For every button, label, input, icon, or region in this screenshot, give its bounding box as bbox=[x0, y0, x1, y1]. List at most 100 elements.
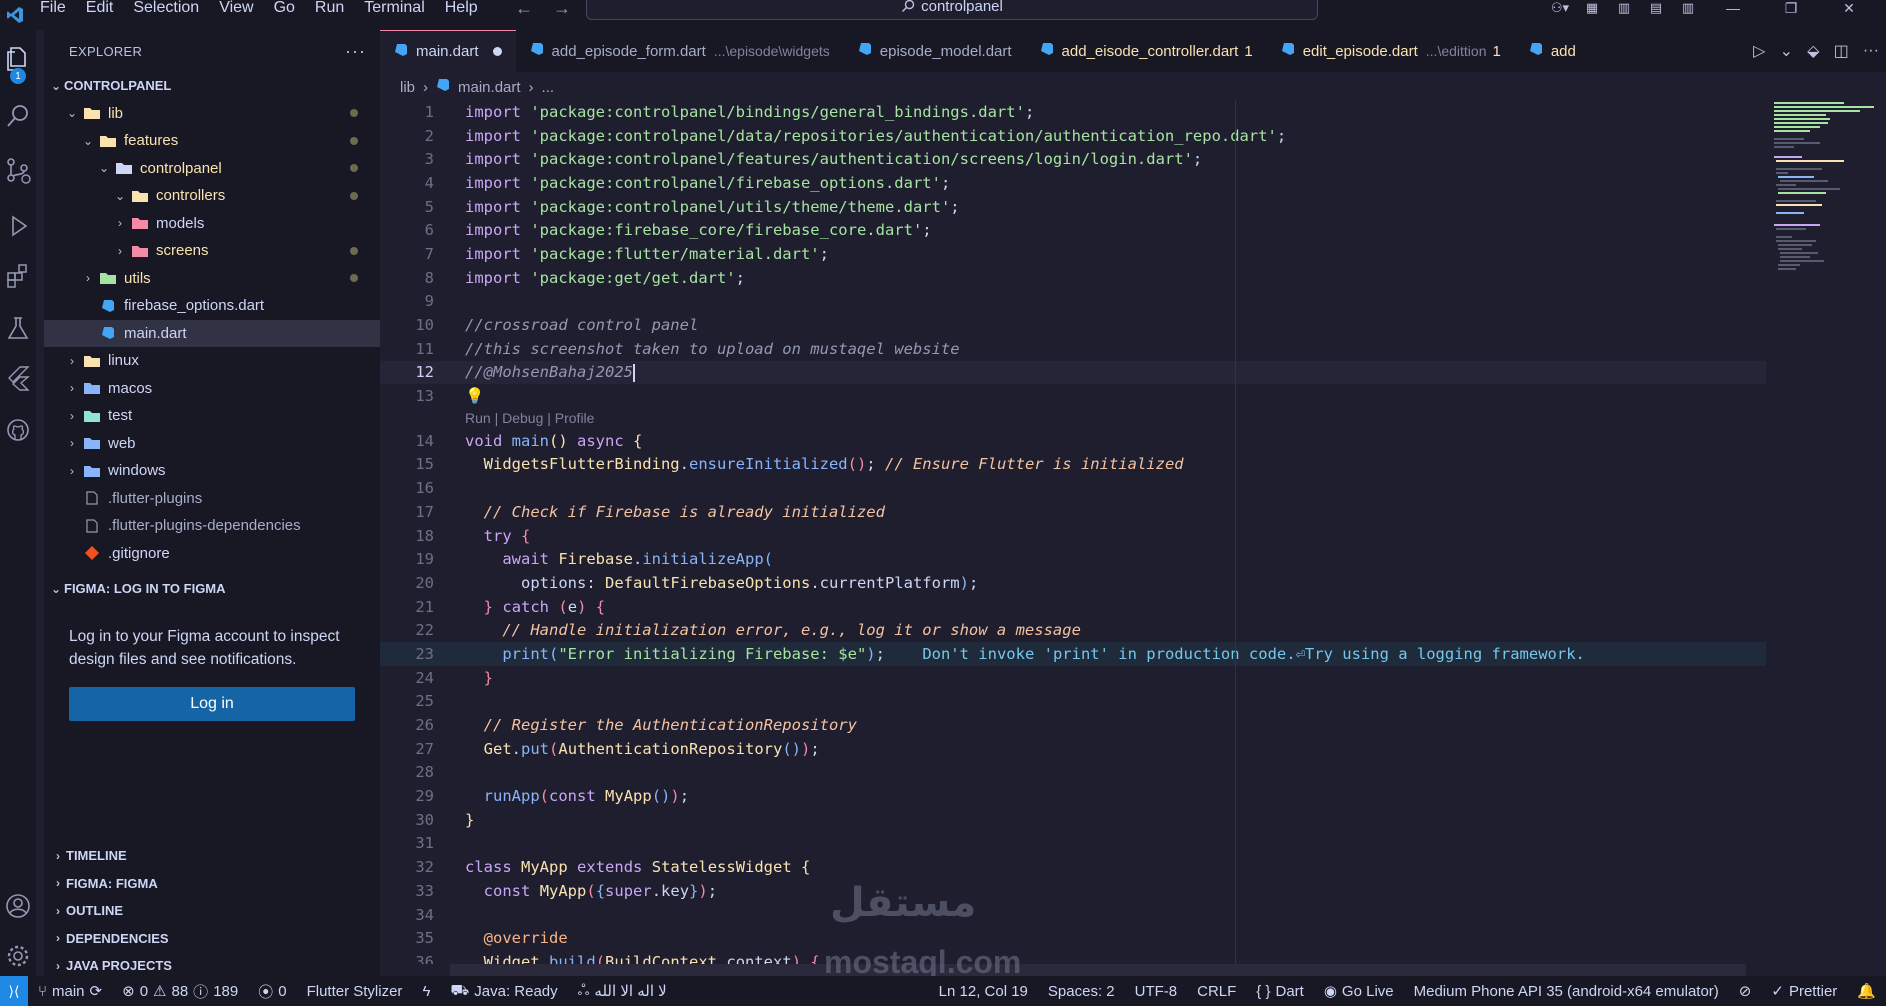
unsaved-dot-icon[interactable] bbox=[492, 47, 502, 56]
notifications-bell-icon[interactable]: 🔔 bbox=[1847, 982, 1886, 1000]
tab-add-partial[interactable]: add bbox=[1515, 30, 1590, 72]
code-line: import 'package:controlpanel/utils/theme… bbox=[465, 197, 960, 216]
java-status[interactable]: ⛟ Java: Ready bbox=[440, 982, 567, 1001]
section-timeline[interactable]: › TIMELINE bbox=[44, 842, 380, 870]
menu-terminal[interactable]: Terminal bbox=[354, 0, 434, 17]
copilot-icon[interactable]: ⚇▾ bbox=[1550, 0, 1570, 16]
breadcrumb-symbol[interactable]: ... bbox=[542, 79, 555, 96]
tab-add-eisode-controller[interactable]: add_eisode_controller.dart 1 bbox=[1026, 30, 1267, 72]
tree-item-test[interactable]: › test bbox=[44, 402, 380, 430]
encoding[interactable]: UTF-8 bbox=[1125, 983, 1188, 1000]
remote-icon[interactable]: ⟩⟨ bbox=[0, 976, 28, 1006]
breadcrumb-file[interactable]: main.dart bbox=[458, 79, 521, 96]
run-debug-icon[interactable] bbox=[0, 206, 36, 246]
testing-icon[interactable] bbox=[0, 308, 36, 348]
flutter-stylizer[interactable]: Flutter Stylizer bbox=[297, 983, 413, 1000]
close-icon[interactable]: ✕ bbox=[1826, 0, 1872, 16]
tree-item-screens[interactable]: › screens bbox=[44, 237, 380, 265]
menu-run[interactable]: Run bbox=[305, 0, 354, 17]
tree-item-web[interactable]: › web bbox=[44, 430, 380, 458]
language-label: Dart bbox=[1275, 982, 1304, 1000]
forward-arrow-icon[interactable]: → bbox=[553, 0, 571, 17]
settings-gear-icon[interactable] bbox=[0, 936, 36, 976]
tree-item-linux[interactable]: › linux bbox=[44, 347, 380, 375]
tree-item-models[interactable]: › models bbox=[44, 210, 380, 238]
customize-layout-icon[interactable]: ▦ bbox=[1582, 0, 1602, 16]
toggle-sidebar-icon[interactable]: ▥ bbox=[1614, 0, 1634, 16]
go-live-button[interactable]: ◉ Go Live bbox=[1314, 982, 1404, 1001]
minimize-icon[interactable]: — bbox=[1710, 0, 1756, 16]
branch-indicator[interactable]: ⑂ main ⟳ bbox=[28, 982, 112, 1001]
prettier-status[interactable]: ✓ Prettier bbox=[1761, 982, 1847, 1001]
code-editor[interactable]: 1 import 'package:controlpanel/bindings/g… bbox=[380, 100, 1766, 964]
inline-warning-message[interactable]: Don't invoke 'print' in production code.… bbox=[922, 645, 1585, 663]
menu-edit[interactable]: Edit bbox=[76, 0, 124, 17]
tree-item-flutter-plugins[interactable]: .flutter-plugins bbox=[44, 485, 380, 513]
command-center-search[interactable]: controlpanel bbox=[586, 0, 1318, 20]
debug-icon[interactable]: ⬙ bbox=[1807, 41, 1819, 61]
language-mode[interactable]: { } Dart bbox=[1246, 983, 1314, 1000]
restore-icon[interactable]: ❐ bbox=[1768, 0, 1814, 16]
tab-path: ...\episode\widgets bbox=[713, 43, 830, 59]
cursor-position[interactable]: Ln 12, Col 19 bbox=[929, 983, 1038, 1000]
section-figma[interactable]: › FIGMA: FIGMA bbox=[44, 870, 380, 898]
ports-indicator[interactable]: ⦿ 0 bbox=[248, 981, 296, 1002]
extensions-icon[interactable] bbox=[0, 256, 36, 296]
toggle-secondary-sidebar-icon[interactable]: ▥ bbox=[1678, 0, 1698, 16]
tab-episode-model[interactable]: episode_model.dart bbox=[844, 30, 1026, 72]
breadcrumb-lib[interactable]: lib bbox=[400, 79, 415, 96]
more-actions-icon[interactable]: ··· bbox=[345, 41, 366, 62]
tab-main-dart[interactable]: main.dart bbox=[380, 30, 516, 72]
tree-item-windows[interactable]: › windows bbox=[44, 457, 380, 485]
tree-item-utils[interactable]: › utils bbox=[44, 265, 380, 293]
section-outline[interactable]: › OUTLINE bbox=[44, 897, 380, 925]
back-arrow-icon[interactable]: ← bbox=[515, 0, 533, 17]
github-icon[interactable] bbox=[0, 410, 36, 450]
run-icon[interactable]: ▷ bbox=[1753, 41, 1765, 61]
device-selector[interactable]: Medium Phone API 35 (android-x64 emulato… bbox=[1404, 983, 1729, 1000]
horizontal-scrollbar[interactable] bbox=[450, 964, 1746, 976]
tree-item-macos[interactable]: › macos bbox=[44, 375, 380, 403]
tab-add-episode-form[interactable]: add_episode_form.dart ...\episode\widget… bbox=[516, 30, 844, 72]
problems-indicator[interactable]: ⊗ 0 ⚠ 88 ⓘ 189 bbox=[112, 981, 248, 1002]
source-control-icon[interactable] bbox=[0, 150, 36, 190]
split-editor-icon[interactable]: ◫ bbox=[1834, 41, 1849, 61]
prettier-label: Prettier bbox=[1788, 982, 1838, 1000]
accounts-icon[interactable] bbox=[0, 886, 36, 926]
indentation[interactable]: Spaces: 2 bbox=[1038, 983, 1125, 1000]
codelens-run-debug-profile[interactable]: Run | Debug | Profile bbox=[380, 408, 1766, 429]
menu-file[interactable]: File bbox=[30, 0, 76, 17]
toggle-panel-icon[interactable]: ▤ bbox=[1646, 0, 1666, 16]
end-of-line[interactable]: CRLF bbox=[1187, 983, 1246, 1000]
more-actions-icon[interactable]: ··· bbox=[1863, 42, 1879, 60]
line-number: 31 bbox=[415, 834, 434, 853]
chevron-right-icon: › bbox=[118, 243, 122, 258]
tab-edit-episode[interactable]: edit_episode.dart ...\edittion 1 bbox=[1267, 30, 1515, 72]
tree-item-main-dart[interactable]: main.dart bbox=[44, 319, 380, 347]
menu-help[interactable]: Help bbox=[435, 0, 488, 17]
copilot-status-icon[interactable]: ⊘ bbox=[1729, 982, 1762, 1000]
lightning-icon[interactable]: ϟ bbox=[412, 983, 440, 1000]
arabic-extension-status[interactable]: ஃ لا اله الا الله bbox=[568, 982, 677, 1001]
tree-item-gitignore[interactable]: .gitignore bbox=[44, 540, 380, 568]
tree-item-flutter-plugins-dependencies[interactable]: .flutter-plugins-dependencies bbox=[44, 512, 380, 540]
lightbulb-icon[interactable]: 💡 bbox=[465, 387, 484, 405]
run-dropdown-chevron-icon[interactable]: ⌄ bbox=[1780, 41, 1793, 61]
tree-item-controlpanel[interactable]: ⌄ controlpanel bbox=[44, 155, 380, 183]
menu-selection[interactable]: Selection bbox=[123, 0, 209, 17]
flutter-icon[interactable] bbox=[0, 358, 36, 398]
search-icon[interactable] bbox=[0, 96, 36, 136]
figma-login-section-header[interactable]: ⌄ FIGMA: LOG IN TO FIGMA bbox=[44, 575, 380, 603]
tree-item-controllers[interactable]: ⌄ controllers bbox=[44, 182, 380, 210]
code-line: import 'package:get/get.dart'; bbox=[465, 268, 745, 287]
tree-item-lib[interactable]: ⌄ lib bbox=[44, 100, 380, 128]
minimap[interactable] bbox=[1770, 100, 1880, 980]
menu-go[interactable]: Go bbox=[264, 0, 305, 17]
explorer-icon[interactable]: 1 bbox=[0, 38, 36, 84]
section-dependencies[interactable]: › DEPENDENCIES bbox=[44, 925, 380, 953]
tree-item-firebase-options-dart[interactable]: firebase_options.dart bbox=[44, 292, 380, 320]
figma-login-button[interactable]: Log in bbox=[69, 686, 355, 721]
workspace-root[interactable]: ⌄ CONTROLPANEL bbox=[44, 72, 380, 100]
tree-item-features[interactable]: ⌄ features bbox=[44, 127, 380, 155]
menu-view[interactable]: View bbox=[209, 0, 263, 17]
